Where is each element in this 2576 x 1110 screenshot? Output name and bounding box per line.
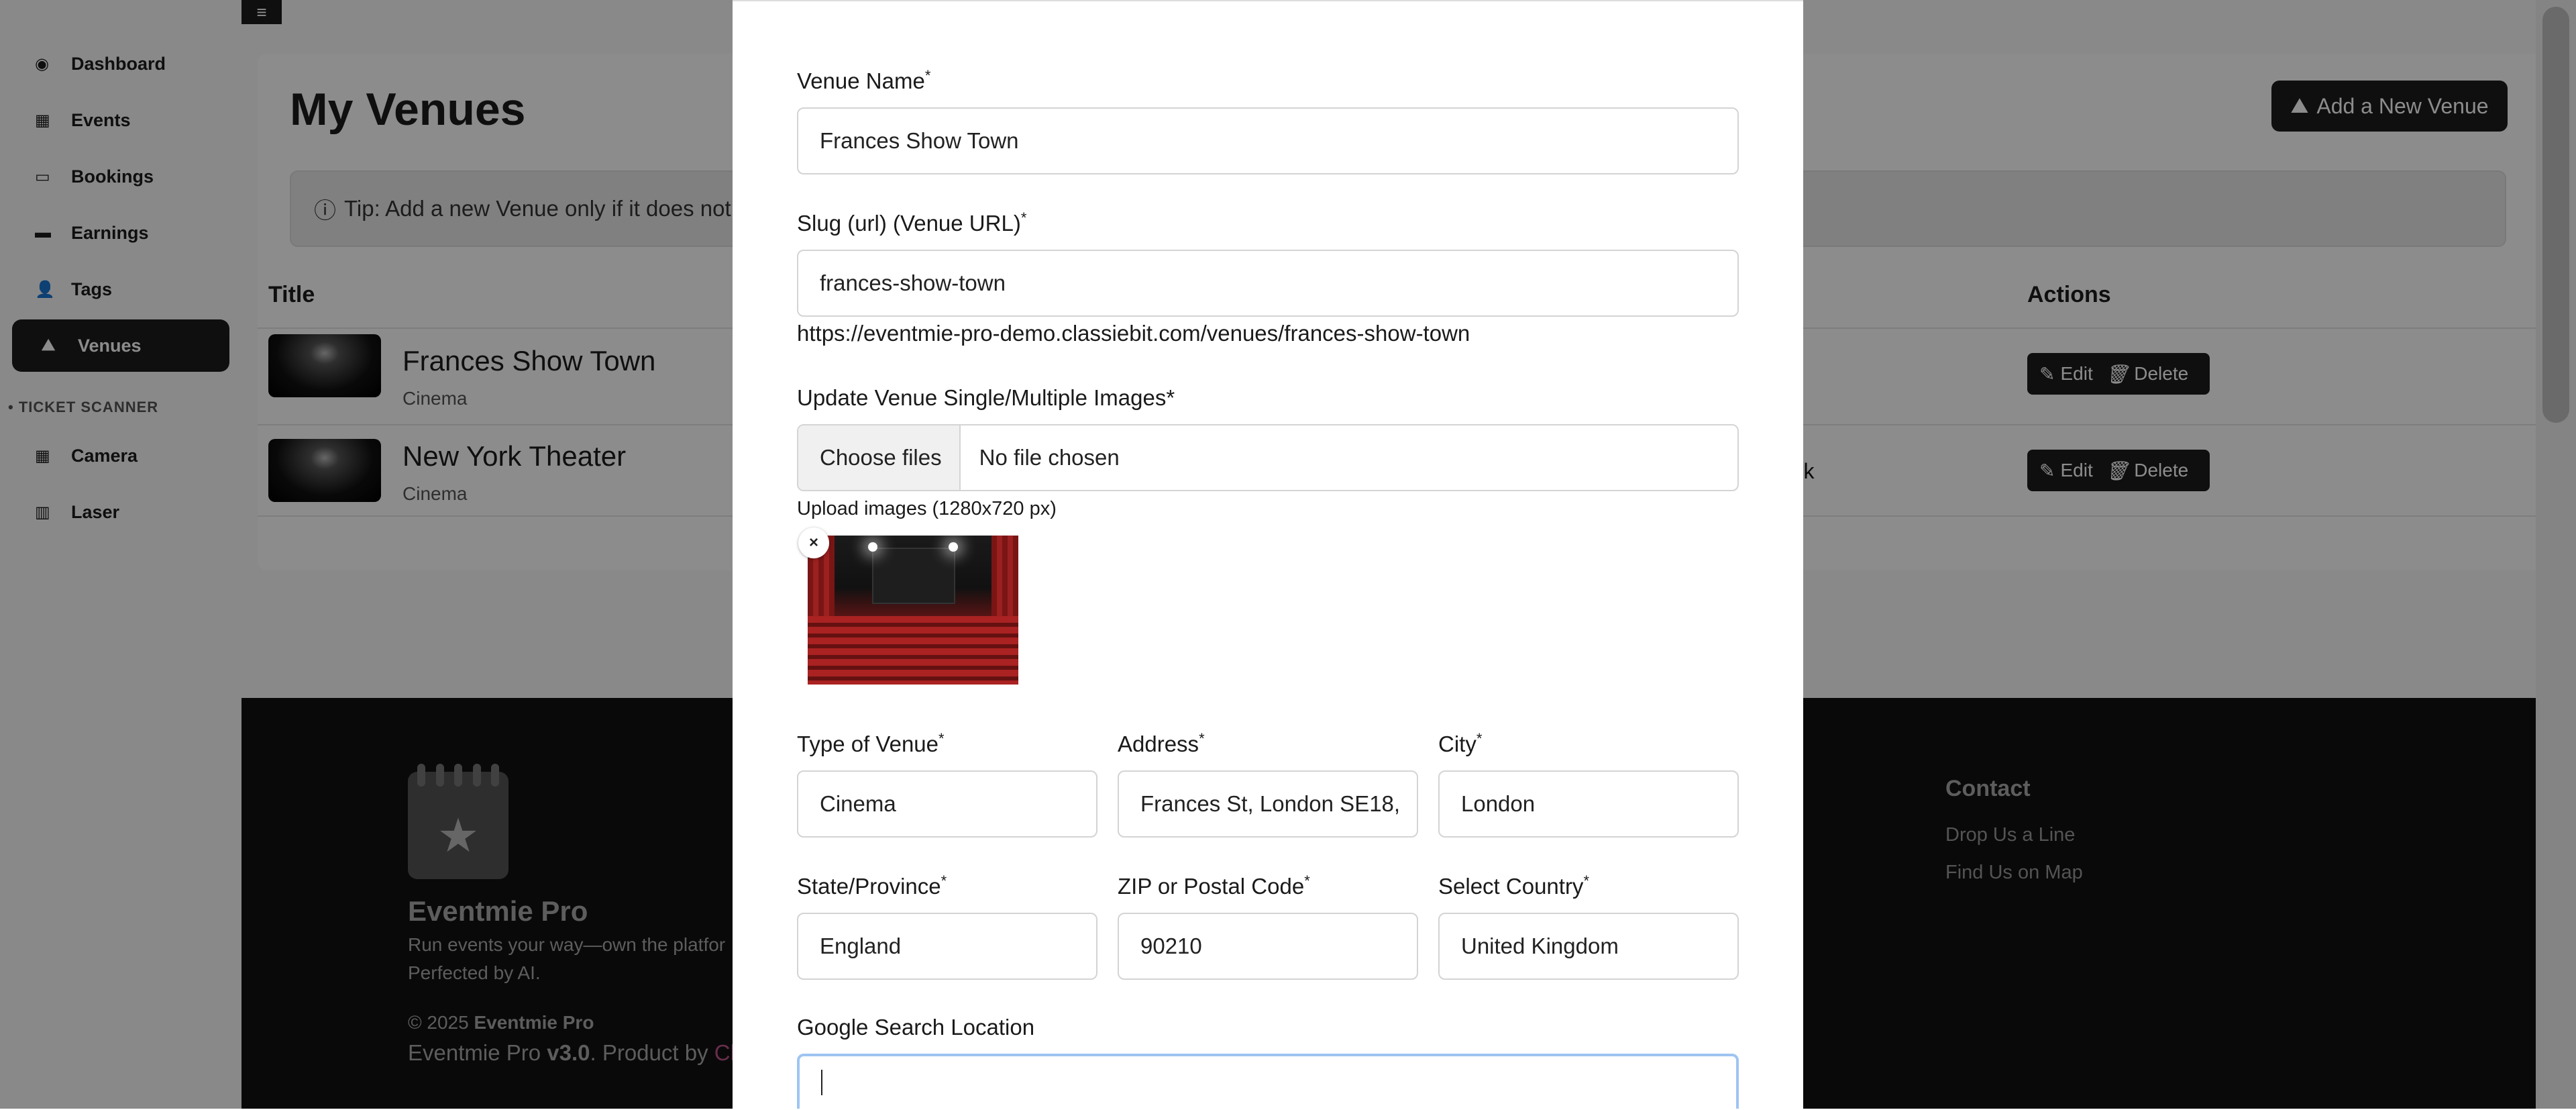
zip-label: ZIP or Postal Code* — [1118, 872, 1310, 899]
venue-name-label: Venue Name* — [797, 67, 930, 94]
required-mark: * — [1476, 730, 1483, 747]
venue-image-preview — [808, 536, 1018, 685]
google-location-label: Google Search Location — [797, 1015, 1035, 1040]
label-text: Venue Name — [797, 68, 925, 93]
required-mark: * — [938, 730, 945, 747]
venue-name-input[interactable]: Frances Show Town — [797, 107, 1739, 174]
images-label: Update Venue Single/Multiple Images* — [797, 385, 1175, 410]
input-value: England — [820, 934, 902, 958]
label-text: ZIP or Postal Code — [1118, 874, 1305, 899]
text-caret — [821, 1070, 822, 1095]
choose-files-button[interactable]: Choose files — [798, 425, 961, 490]
state-label: State/Province* — [797, 872, 947, 899]
label-text: City — [1438, 731, 1477, 756]
zip-input[interactable]: 90210 — [1118, 913, 1418, 980]
address-input[interactable]: Frances St, London SE18, — [1118, 770, 1418, 838]
venue-type-label: Type of Venue* — [797, 730, 945, 757]
slug-label: Slug (url) (Venue URL)* — [797, 209, 1026, 236]
image-size-hint: Upload images (1280x720 px) — [797, 498, 1057, 519]
select-value: United Kingdom — [1461, 934, 1619, 958]
address-label: Address* — [1118, 730, 1205, 757]
venue-type-input[interactable]: Cinema — [797, 770, 1097, 838]
country-label: Select Country* — [1438, 872, 1589, 899]
remove-image-icon[interactable]: × — [798, 527, 829, 558]
input-value: Frances Show Town — [820, 128, 1019, 153]
country-select[interactable]: United Kingdom — [1438, 913, 1739, 980]
file-input[interactable]: Choose files No file chosen — [797, 424, 1739, 491]
required-mark: * — [1020, 209, 1027, 226]
google-location-input[interactable] — [797, 1054, 1739, 1109]
input-value: frances-show-town — [820, 270, 1006, 295]
city-input[interactable]: London — [1438, 770, 1739, 838]
input-value: London — [1461, 791, 1536, 816]
label-text: Select Country — [1438, 874, 1584, 899]
label-text: State/Province — [797, 874, 941, 899]
input-value: 90210 — [1140, 934, 1202, 958]
required-mark: * — [941, 872, 947, 889]
venue-url-preview: https://eventmie-pro-demo.classiebit.com… — [797, 321, 1470, 346]
required-mark: * — [1199, 730, 1205, 747]
required-mark: * — [1304, 872, 1310, 889]
no-file-chosen-text: No file chosen — [979, 445, 1120, 470]
slug-input[interactable]: frances-show-town — [797, 250, 1739, 317]
input-value: Frances St, London SE18, — [1140, 791, 1401, 816]
label-text: Address — [1118, 731, 1199, 756]
label-text: Type of Venue — [797, 731, 939, 756]
label-text: Slug (url) (Venue URL) — [797, 211, 1021, 236]
required-mark: * — [924, 67, 931, 84]
required-mark: * — [1583, 872, 1589, 889]
state-input[interactable]: England — [797, 913, 1097, 980]
city-label: City* — [1438, 730, 1482, 757]
input-value: Cinema — [820, 791, 896, 816]
